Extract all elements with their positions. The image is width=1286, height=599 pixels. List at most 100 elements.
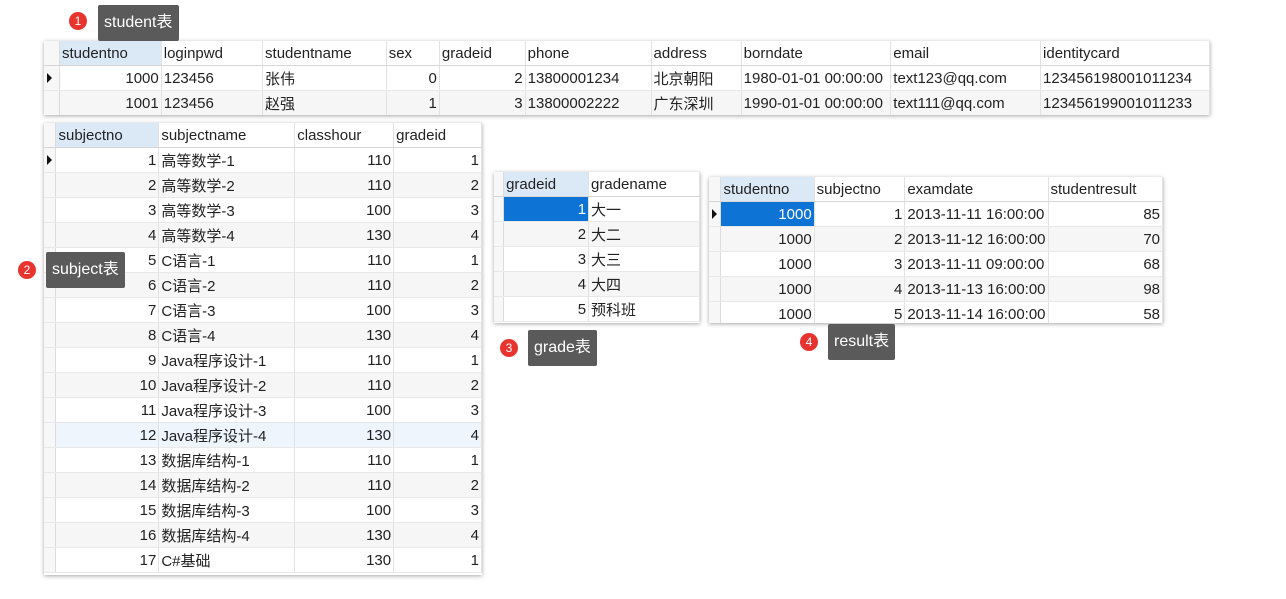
table-cell[interactable]: 3 (393, 197, 482, 223)
row-indicator[interactable] (44, 422, 57, 448)
table-row[interactable]: 3 高等数学-3 100 3 (44, 197, 482, 223)
table-cell[interactable]: 123456 (161, 65, 264, 91)
table-cell[interactable]: 大二 (588, 221, 700, 247)
column-header-gradeid[interactable]: gradeid (503, 172, 590, 197)
table-cell[interactable]: 1000 (720, 201, 815, 227)
table-row[interactable]: 14 数据库结构-2 110 2 (44, 472, 482, 498)
column-header-email[interactable]: email (890, 41, 1042, 66)
row-indicator[interactable] (44, 497, 57, 523)
table-row[interactable]: 8 C语言-4 130 4 (44, 322, 482, 348)
row-indicator[interactable] (709, 226, 722, 252)
table-cell[interactable]: 2 (55, 172, 160, 198)
table-cell[interactable]: 3 (439, 90, 526, 115)
table-cell[interactable]: 1 (503, 196, 590, 222)
table-cell[interactable]: 123456198001011234 (1040, 65, 1210, 91)
table-row[interactable]: 12 Java程序设计-4 130 4 (44, 422, 482, 448)
table-cell[interactable]: 4 (393, 522, 482, 548)
table-cell[interactable]: 2013-11-11 16:00:00 (904, 201, 1049, 227)
table-cell[interactable]: 1 (393, 347, 482, 373)
row-indicator[interactable] (44, 147, 57, 173)
table-row[interactable]: 10 Java程序设计-2 110 2 (44, 372, 482, 398)
row-indicator[interactable] (44, 322, 57, 348)
table-cell[interactable]: 1000 (720, 276, 815, 302)
table-cell[interactable]: 110 (294, 172, 395, 198)
row-indicator[interactable] (44, 522, 57, 548)
table-cell[interactable]: 1 (393, 147, 482, 173)
table-row[interactable]: 1000 1 2013-11-11 16:00:00 85 (709, 201, 1163, 227)
row-indicator[interactable] (494, 221, 505, 247)
row-indicator[interactable] (709, 276, 722, 302)
row-indicator[interactable] (44, 222, 57, 248)
table-cell[interactable]: 100 (294, 397, 395, 423)
table-cell[interactable]: 北京朝阳 (651, 65, 742, 91)
table-cell[interactable]: 3 (503, 246, 590, 272)
table-row[interactable]: 7 C语言-3 100 3 (44, 297, 482, 323)
table-cell[interactable]: C#基础 (158, 547, 296, 573)
table-cell[interactable]: 高等数学-4 (158, 222, 296, 248)
table-cell[interactable]: 4 (393, 222, 482, 248)
table-cell[interactable]: text123@qq.com (890, 65, 1042, 91)
table-cell[interactable]: 3 (393, 397, 482, 423)
table-cell[interactable]: 100 (294, 297, 395, 323)
table-cell[interactable]: 2 (439, 65, 526, 91)
table-cell[interactable]: 2 (393, 272, 482, 298)
column-header-subjectno[interactable]: subjectno (55, 123, 160, 148)
column-header-sex[interactable]: sex (386, 41, 440, 66)
table-cell[interactable]: 13800001234 (525, 65, 652, 91)
table-cell[interactable]: 3 (814, 251, 906, 277)
table-cell[interactable]: 110 (294, 272, 395, 298)
table-cell[interactable]: 3 (55, 197, 160, 223)
table-cell[interactable]: 7 (55, 297, 160, 323)
column-header-gradename[interactable]: gradename (588, 172, 700, 197)
table-cell[interactable]: 11 (55, 397, 160, 423)
table-cell[interactable]: 13800002222 (525, 90, 652, 115)
table-cell[interactable]: 1000 (720, 301, 815, 323)
table-cell[interactable]: 4 (503, 271, 590, 297)
table-cell[interactable]: 1980-01-01 00:00:00 (741, 65, 892, 91)
table-cell[interactable]: 130 (294, 522, 395, 548)
table-cell[interactable]: 100 (294, 497, 395, 523)
column-header-identitycard[interactable]: identitycard (1040, 41, 1210, 66)
table-cell[interactable]: Java程序设计-4 (158, 422, 296, 448)
table-cell[interactable]: 110 (294, 372, 395, 398)
table-row[interactable]: 11 Java程序设计-3 100 3 (44, 397, 482, 423)
row-indicator[interactable] (44, 472, 57, 498)
table-row[interactable]: 1 大一 (494, 196, 700, 222)
table-cell[interactable]: 110 (294, 147, 395, 173)
table-cell[interactable]: C语言-1 (158, 247, 296, 273)
row-indicator[interactable] (709, 201, 722, 227)
table-cell[interactable]: 1 (393, 447, 482, 473)
table-row[interactable]: 2 大二 (494, 221, 700, 247)
table-row[interactable]: 9 Java程序设计-1 110 1 (44, 347, 482, 373)
table-row[interactable]: 13 数据库结构-1 110 1 (44, 447, 482, 473)
table-cell[interactable]: 高等数学-3 (158, 197, 296, 223)
row-indicator[interactable] (494, 246, 505, 272)
table-cell[interactable]: 8 (55, 322, 160, 348)
table-cell[interactable]: C语言-2 (158, 272, 296, 298)
table-cell[interactable]: 85 (1048, 201, 1163, 227)
table-row[interactable]: 4 高等数学-4 130 4 (44, 222, 482, 248)
table-cell[interactable]: 大三 (588, 246, 700, 272)
column-header-borndate[interactable]: borndate (741, 41, 892, 66)
table-row[interactable]: 2 高等数学-2 110 2 (44, 172, 482, 198)
table-cell[interactable]: 5 (814, 301, 906, 323)
table-cell[interactable]: 130 (294, 422, 395, 448)
table-cell[interactable]: 1001 (59, 90, 162, 115)
table-cell[interactable]: 2 (503, 221, 590, 247)
table-cell[interactable]: 2 (393, 172, 482, 198)
table-cell[interactable]: 110 (294, 472, 395, 498)
row-indicator[interactable] (494, 271, 505, 297)
table-row[interactable]: 15 数据库结构-3 100 3 (44, 497, 482, 523)
table-cell[interactable]: 大一 (588, 196, 700, 222)
row-indicator[interactable] (709, 251, 722, 277)
table-cell[interactable]: 3 (393, 297, 482, 323)
table-row[interactable]: 1000 5 2013-11-14 16:00:00 58 (709, 301, 1163, 323)
table-cell[interactable]: 高等数学-2 (158, 172, 296, 198)
table-cell[interactable]: 1000 (59, 65, 162, 91)
table-cell[interactable]: 4 (814, 276, 906, 302)
table-cell[interactable]: 9 (55, 347, 160, 373)
table-cell[interactable]: 1990-01-01 00:00:00 (741, 90, 892, 115)
table-cell[interactable]: 70 (1048, 226, 1163, 252)
table-cell[interactable]: 13 (55, 447, 160, 473)
row-indicator[interactable] (44, 397, 57, 423)
